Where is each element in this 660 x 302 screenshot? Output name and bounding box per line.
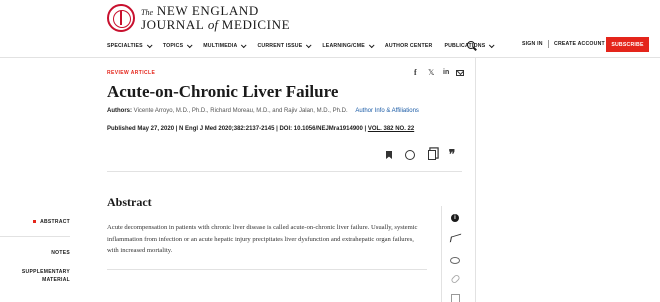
nav-specialties[interactable]: SPECIALTIES [107,42,153,49]
sign-in-link[interactable]: SIGN IN [522,41,543,47]
subscribe-button[interactable]: SUBSCRIBE [606,37,649,52]
quote-icon[interactable]: ❞ [447,147,457,161]
logo-wordmark: The NEW ENGLAND JOURNAL of MEDICINE [141,3,291,32]
chevron-down-icon [187,42,193,49]
publication-citation: Published May 27, 2020 | N Engl J Med 20… [107,126,368,132]
article-authors: Authors: Vicente Arroyo, M.D., Ph.D., Ri… [107,108,419,114]
create-account-link[interactable]: CREATE ACCOUNT [554,41,605,47]
content-border [475,58,476,302]
section-divider [107,171,462,172]
nejm-seal-icon [107,4,135,32]
facebook-share-icon[interactable]: f [414,67,417,77]
metrics-icon[interactable] [450,233,460,243]
header-divider [0,57,660,58]
chevron-down-icon [241,42,247,49]
nav-learning-cme[interactable]: LEARNING/CME [322,42,375,49]
abstract-heading: Abstract [107,195,152,209]
toc-divider [0,236,70,237]
nav-topics[interactable]: TOPICS [163,42,193,49]
chevron-down-icon [489,42,495,49]
nav-multimedia[interactable]: MULTIMEDIA [203,42,247,49]
search-icon[interactable] [467,41,475,49]
authors-label: Authors: [107,108,132,114]
toc-supplementary-material[interactable]: SUPPLEMENTARY MATERIAL [22,268,70,284]
volume-link[interactable]: VOL. 382 NO. 22 [368,126,414,132]
authors-list: Vicente Arroyo, M.D., Ph.D., Richard Mor… [133,108,348,114]
abstract-divider [107,269,427,270]
link-icon[interactable] [450,274,460,284]
copy-icon[interactable] [427,150,437,160]
main-nav: SPECIALTIES TOPICS MULTIMEDIA CURRENT IS… [107,40,495,52]
document-icon[interactable] [450,294,460,302]
chevron-down-icon [306,42,312,49]
nav-author-center[interactable]: AUTHOR CENTER [385,43,433,49]
toc-notes[interactable]: NOTES [51,250,70,256]
chevron-down-icon [146,42,153,49]
publication-info: Published May 27, 2020 | N Engl J Med 20… [107,126,414,132]
linkedin-share-icon[interactable]: in [443,67,449,77]
bookmark-icon[interactable] [384,150,394,160]
cite-icon[interactable] [405,150,415,160]
info-icon[interactable] [450,213,460,223]
nav-current-issue[interactable]: CURRENT ISSUE [257,42,312,49]
active-marker-icon [33,220,37,224]
toc-abstract[interactable]: ABSTRACT [33,219,70,225]
x-share-icon[interactable]: 𝕏 [428,67,434,77]
email-share-icon[interactable] [456,70,464,76]
site-logo[interactable]: The NEW ENGLAND JOURNAL of MEDICINE [107,4,290,32]
article-title: Acute-on-Chronic Liver Failure [107,82,339,101]
chevron-down-icon [368,42,375,49]
article-type-label: REVIEW ARTICLE [107,70,156,76]
abstract-text: Acute decompensation in patients with ch… [107,224,418,255]
view-icon[interactable] [450,255,460,265]
auth-divider [548,40,549,48]
author-affiliations-link[interactable]: Author Info & Affiliations [355,108,419,114]
rail-divider [441,206,442,302]
